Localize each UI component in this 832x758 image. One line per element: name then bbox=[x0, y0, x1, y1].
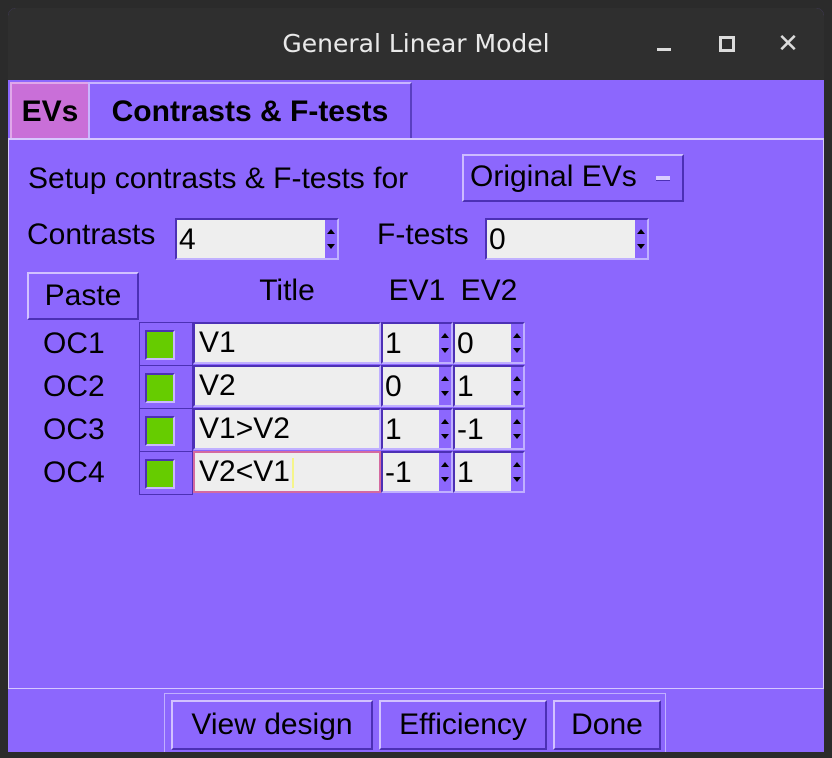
tab-contrasts-ftests[interactable]: Contrasts & F-tests bbox=[88, 82, 412, 138]
tab-evs[interactable]: EVs bbox=[10, 82, 90, 138]
ev-set-dropdown[interactable]: Original EVs bbox=[462, 154, 684, 202]
ev2-weight-value: 1 bbox=[457, 456, 474, 489]
footer-bar: View design Efficiency Done bbox=[8, 688, 824, 752]
close-icon: ✕ bbox=[777, 29, 799, 59]
contrasts-label: Contrasts bbox=[27, 218, 156, 251]
contrast-row-oc1: OC1 V1 1 0 bbox=[9, 322, 823, 366]
contrasts-count-value: 4 bbox=[179, 223, 196, 256]
text-cursor bbox=[291, 458, 294, 489]
view-design-button[interactable]: View design bbox=[171, 700, 373, 750]
close-button[interactable]: ✕ bbox=[772, 30, 804, 58]
footer-button-group: View design Efficiency Done bbox=[164, 693, 666, 752]
column-header-ev1: EV1 bbox=[388, 274, 446, 307]
contrasts-count-spinner[interactable]: 4 bbox=[175, 218, 339, 260]
ev2-weight-value: 0 bbox=[457, 327, 474, 360]
spinner-arrows-icon[interactable] bbox=[439, 410, 451, 448]
ev1-weight-spinner[interactable]: -1 bbox=[381, 451, 453, 493]
contrast-title-input[interactable]: V1 bbox=[193, 322, 381, 364]
contrast-label: OC2 bbox=[43, 370, 105, 403]
spinner-arrows-icon[interactable] bbox=[511, 410, 523, 448]
ev1-weight-value: -1 bbox=[385, 456, 412, 489]
ftests-label: F-tests bbox=[377, 218, 469, 251]
ev-set-selected: Original EVs bbox=[470, 160, 637, 193]
ev2-weight-spinner[interactable]: -1 bbox=[453, 408, 525, 450]
ftests-count-value: 0 bbox=[489, 223, 506, 256]
contrast-label: OC3 bbox=[43, 413, 105, 446]
ev1-weight-value: 1 bbox=[385, 413, 402, 446]
spinner-arrows-icon[interactable] bbox=[439, 324, 451, 362]
ftests-count-spinner[interactable]: 0 bbox=[485, 218, 649, 260]
paste-button[interactable]: Paste bbox=[27, 272, 139, 320]
ev1-weight-spinner[interactable]: 0 bbox=[381, 365, 453, 407]
contrast-color-cell[interactable] bbox=[139, 451, 193, 495]
window-title: General Linear Model bbox=[282, 29, 550, 58]
ev1-weight-value: 0 bbox=[385, 370, 402, 403]
spinner-arrows-icon[interactable] bbox=[511, 324, 523, 362]
efficiency-button[interactable]: Efficiency bbox=[379, 700, 547, 750]
minimize-button[interactable] bbox=[648, 30, 680, 58]
minimize-icon bbox=[657, 48, 671, 51]
spinner-arrows-icon[interactable] bbox=[511, 453, 523, 491]
ev2-weight-value: 1 bbox=[457, 370, 474, 403]
done-button[interactable]: Done bbox=[553, 700, 661, 750]
spinner-arrows-icon[interactable] bbox=[635, 220, 647, 258]
spinner-arrows-icon[interactable] bbox=[439, 367, 451, 405]
ev2-weight-spinner[interactable]: 1 bbox=[453, 451, 525, 493]
dropdown-indicator-icon bbox=[656, 176, 670, 181]
color-swatch-icon[interactable] bbox=[145, 416, 175, 446]
ev2-weight-spinner[interactable]: 0 bbox=[453, 322, 525, 364]
tab-strip: EVs Contrasts & F-tests bbox=[8, 80, 824, 140]
contrast-row-oc2: OC2 V2 0 1 bbox=[9, 365, 823, 409]
ev1-weight-value: 1 bbox=[385, 327, 402, 360]
maximize-button[interactable] bbox=[710, 30, 742, 58]
column-header-ev2: EV2 bbox=[460, 274, 518, 307]
glm-window: General Linear Model ✕ EVs Contrasts & F… bbox=[8, 8, 824, 752]
contrast-label: OC4 bbox=[43, 456, 105, 489]
ev2-weight-spinner[interactable]: 1 bbox=[453, 365, 525, 407]
spinner-arrows-icon[interactable] bbox=[439, 453, 451, 491]
color-swatch-icon[interactable] bbox=[145, 459, 175, 489]
contrast-row-oc3: OC3 V1>V2 1 -1 bbox=[9, 408, 823, 452]
color-swatch-icon[interactable] bbox=[145, 330, 175, 360]
color-swatch-icon[interactable] bbox=[145, 373, 175, 403]
ev2-weight-value: -1 bbox=[457, 413, 484, 446]
contrasts-panel: Setup contrasts & F-tests for Original E… bbox=[8, 138, 824, 689]
column-header-title: Title bbox=[259, 274, 315, 307]
contrast-row-oc4: OC4 V2<V1 -1 1 bbox=[9, 451, 823, 495]
spinner-arrows-icon[interactable] bbox=[325, 220, 337, 258]
spinner-arrows-icon[interactable] bbox=[511, 367, 523, 405]
contrast-title-input[interactable]: V2 bbox=[193, 365, 381, 407]
contrast-title-input[interactable]: V2<V1 bbox=[193, 451, 381, 493]
maximize-icon bbox=[719, 36, 735, 52]
contrast-color-cell[interactable] bbox=[139, 365, 193, 409]
setup-label: Setup contrasts & F-tests for bbox=[28, 162, 409, 195]
contrast-color-cell[interactable] bbox=[139, 322, 193, 366]
ev1-weight-spinner[interactable]: 1 bbox=[381, 322, 453, 364]
ev1-weight-spinner[interactable]: 1 bbox=[381, 408, 453, 450]
contrast-color-cell[interactable] bbox=[139, 408, 193, 452]
contrast-label: OC1 bbox=[43, 327, 105, 360]
contrast-title-text: V2<V1 bbox=[199, 455, 290, 488]
contrast-title-input[interactable]: V1>V2 bbox=[193, 408, 381, 450]
title-bar[interactable]: General Linear Model ✕ bbox=[8, 8, 824, 80]
